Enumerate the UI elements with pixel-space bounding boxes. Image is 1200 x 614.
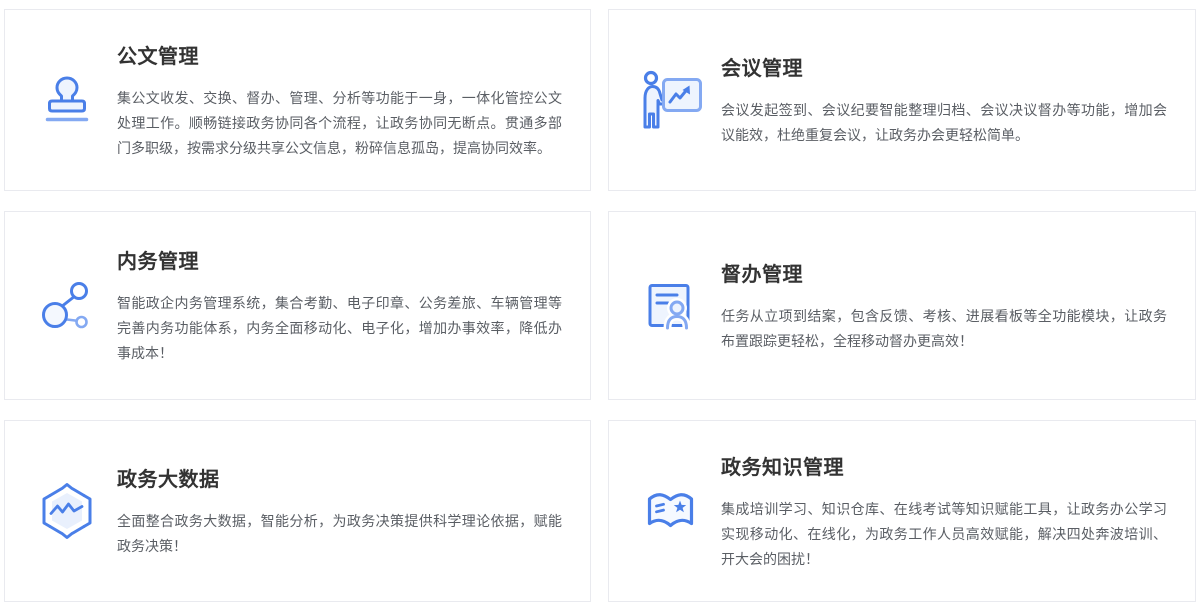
card-title: 政务知识管理 [721,451,1167,480]
feature-cards-grid: 公文管理 集公文收发、交换、督办、管理、分析等功能于一身，一体化管控公文处理工作… [0,0,1200,602]
card-text: 会议管理 会议发起签到、会议纪要智能整理归档、会议决议督办等功能，增加会议能效，… [721,52,1195,148]
card-title: 内务管理 [117,245,562,274]
card-document-management: 公文管理 集公文收发、交换、督办、管理、分析等功能于一身，一体化管控公文处理工作… [4,9,591,191]
card-text: 政务知识管理 集成培训学习、知识仓库、在线考试等知识赋能工具，让政务办公学习实现… [721,451,1195,572]
hexagon-wave-icon [31,481,103,541]
network-nodes-icon [31,278,103,334]
card-text: 内务管理 智能政企内务管理系统，集合考勤、电子印章、公务差旅、车辆管理等完善内务… [117,245,590,366]
open-book-star-icon [635,487,707,535]
presentation-person-icon [635,69,707,131]
card-meeting-management: 会议管理 会议发起签到、会议纪要智能整理归档、会议决议督办等功能，增加会议能效，… [608,9,1196,191]
task-list-person-icon [635,280,707,332]
card-title: 政务大数据 [117,463,562,492]
card-description: 集公文收发、交换、督办、管理、分析等功能于一身，一体化管控公文处理工作。顺畅链接… [117,86,562,161]
card-description: 集成培训学习、知识仓库、在线考试等知识赋能工具，让政务办公学习实现移动化、在线化… [721,497,1167,572]
card-supervision-management: 督办管理 任务从立项到结案，包含反馈、考核、进展看板等全功能模块，让政务布置跟踪… [608,211,1196,400]
card-description: 会议发起签到、会议纪要智能整理归档、会议决议督办等功能，增加会议能效，杜绝重复会… [721,98,1167,148]
card-description: 任务从立项到结案，包含反馈、考核、进展看板等全功能模块，让政务布置跟踪更轻松，全… [721,304,1167,354]
card-government-big-data: 政务大数据 全面整合政务大数据，智能分析，为政务决策提供科学理论依据，赋能政务决… [4,420,591,602]
card-government-knowledge-management: 政务知识管理 集成培训学习、知识仓库、在线考试等知识赋能工具，让政务办公学习实现… [608,420,1196,602]
card-description: 全面整合政务大数据，智能分析，为政务决策提供科学理论依据，赋能政务决策！ [117,509,562,559]
card-internal-affairs-management: 内务管理 智能政企内务管理系统，集合考勤、电子印章、公务差旅、车辆管理等完善内务… [4,211,591,400]
card-title: 会议管理 [721,52,1167,81]
card-description: 智能政企内务管理系统，集合考勤、电子印章、公务差旅、车辆管理等完善内务功能体系，… [117,291,562,366]
stamp-icon [31,74,103,126]
card-text: 督办管理 任务从立项到结案，包含反馈、考核、进展看板等全功能模块，让政务布置跟踪… [721,258,1195,354]
card-title: 督办管理 [721,258,1167,287]
card-text: 政务大数据 全面整合政务大数据，智能分析，为政务决策提供科学理论依据，赋能政务决… [117,463,590,559]
card-text: 公文管理 集公文收发、交换、督办、管理、分析等功能于一身，一体化管控公文处理工作… [117,40,590,161]
card-title: 公文管理 [117,40,562,69]
